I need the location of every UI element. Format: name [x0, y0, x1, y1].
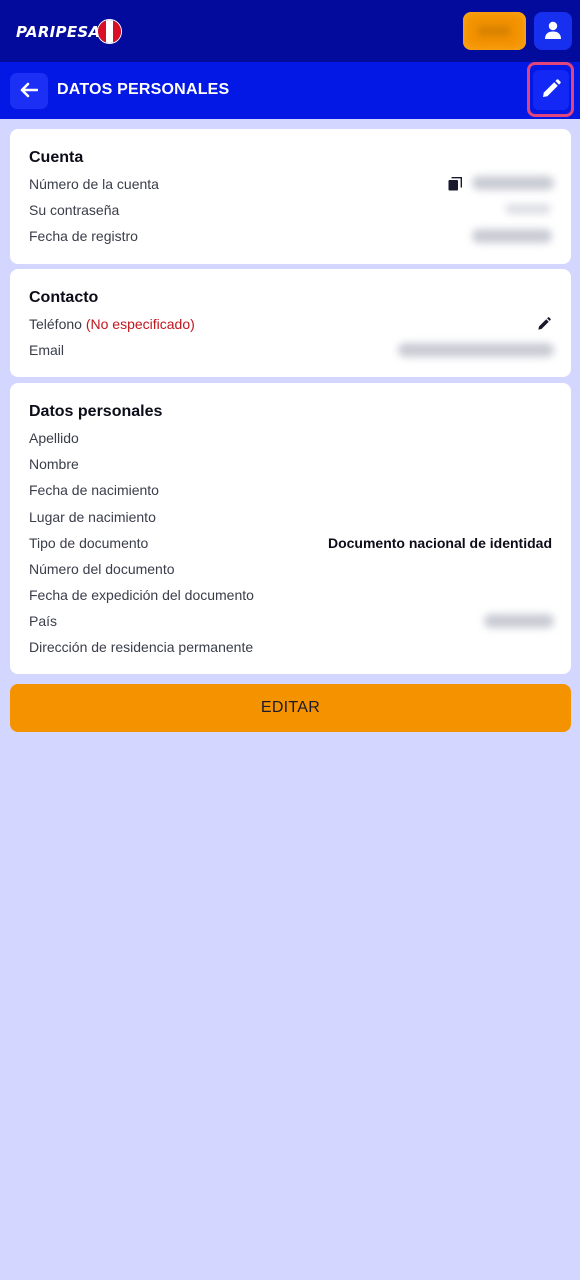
brand-name: PARIPESA — [16, 23, 101, 41]
page-title: DATOS PERSONALES — [57, 81, 230, 98]
birth-place-label: Lugar de nacimiento — [29, 509, 156, 525]
account-card-title: Cuenta — [29, 149, 84, 166]
phone-label-text: Teléfono — [29, 316, 82, 332]
surname-label: Apellido — [29, 430, 79, 446]
phone-status: (No especificado) — [85, 316, 195, 332]
user-icon — [543, 20, 563, 43]
brand-logo[interactable]: PARIPESA — [16, 22, 100, 42]
registration-date-label: Fecha de registro — [29, 228, 138, 244]
document-type-value: Documento nacional de identidad — [327, 535, 552, 551]
email-redacted — [398, 343, 554, 357]
country-redacted — [484, 614, 554, 628]
edit-button[interactable]: EDITAR — [10, 684, 571, 732]
flag-peru-icon[interactable] — [97, 19, 122, 44]
edit-profile-button[interactable] — [533, 70, 569, 110]
contact-card-title: Contacto — [29, 289, 99, 306]
name-label: Nombre — [29, 456, 79, 472]
email-label: Email — [29, 342, 65, 358]
copy-icon[interactable] — [448, 177, 462, 191]
account-number-label: Número de la cuenta — [29, 176, 159, 192]
account-number-redacted — [472, 176, 554, 190]
pencil-icon — [541, 78, 561, 102]
phone-label: Teléfono (No especificado) — [29, 316, 195, 332]
account-card: Cuenta Número de la cuenta Su contraseña… — [10, 129, 571, 264]
password-label: Su contraseña — [29, 202, 120, 218]
contact-card: Contacto Teléfono (No especificado) Emai… — [10, 269, 571, 377]
personal-data-card: Datos personales Apellido Nombre Fecha d… — [10, 383, 571, 674]
personal-card-title: Datos personales — [29, 403, 163, 420]
balance-value-redacted — [477, 25, 511, 37]
birth-date-label: Fecha de nacimiento — [29, 482, 159, 498]
arrow-left-icon — [20, 82, 39, 101]
edit-phone-pencil-icon[interactable] — [536, 316, 552, 332]
top-bar: PARIPESA — [0, 0, 580, 62]
password-redacted — [505, 204, 551, 214]
back-button[interactable] — [10, 73, 48, 109]
registration-date-redacted — [472, 229, 552, 243]
address-label: Dirección de residencia permanente — [29, 639, 254, 655]
document-type-label: Tipo de documento — [29, 535, 149, 551]
country-label: País — [29, 613, 58, 629]
user-profile-button[interactable] — [534, 12, 572, 50]
document-issue-date-label: Fecha de expedición del documento — [29, 587, 254, 603]
document-number-label: Número del documento — [29, 561, 175, 577]
balance-button[interactable] — [463, 12, 526, 50]
page-header: DATOS PERSONALES — [0, 62, 580, 119]
